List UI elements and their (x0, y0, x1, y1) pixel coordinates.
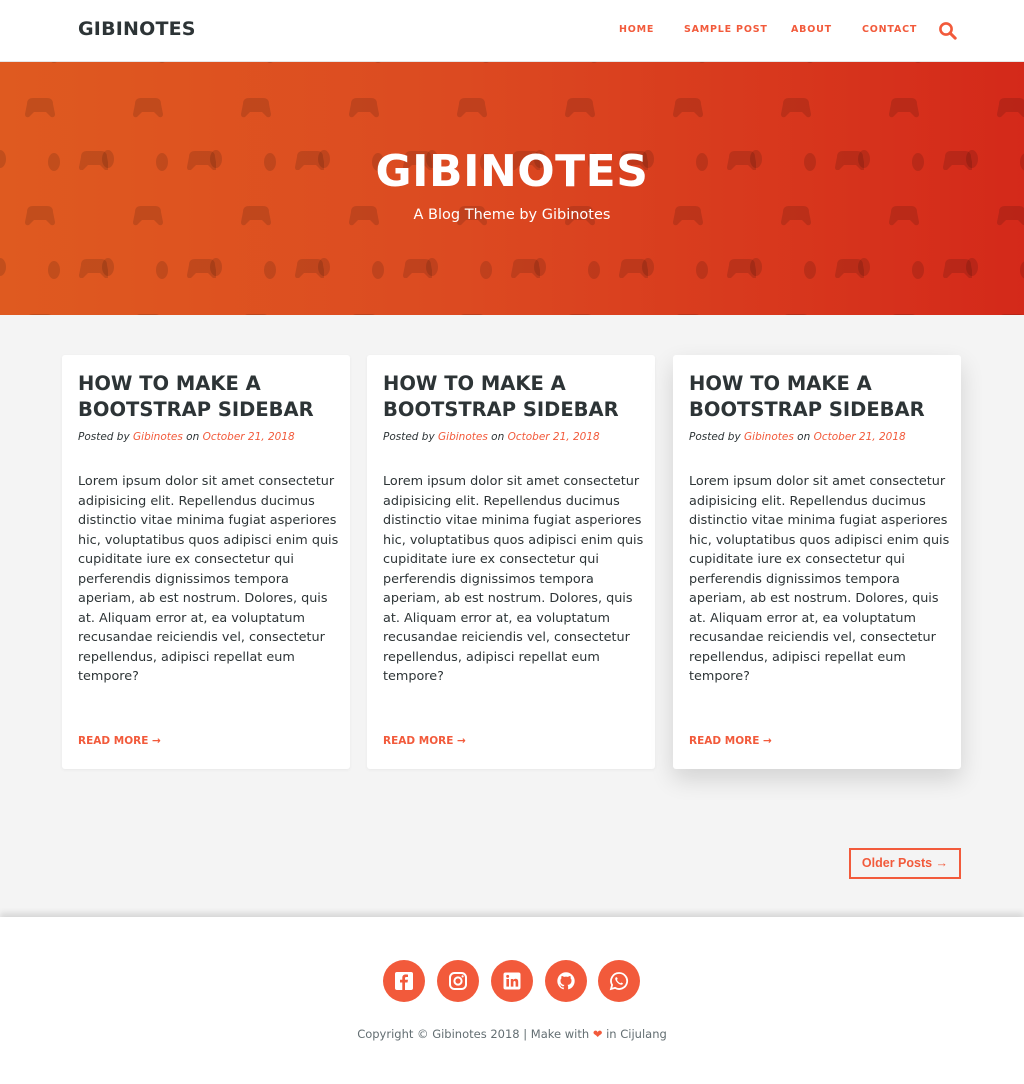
post-meta: Posted by Gibinotes on October 21, 2018 (689, 431, 906, 443)
brand-logo[interactable]: GIBINOTES (78, 18, 196, 40)
post-excerpt: Lorem ipsum dolor sit amet consectetur a… (78, 474, 339, 684)
hero-banner: GIBINOTES A Blog Theme by Gibinotes (0, 62, 1024, 315)
post-excerpt: Lorem ipsum dolor sit amet consectetur a… (383, 474, 644, 684)
post-date-link[interactable]: October 21, 2018 (203, 431, 295, 443)
copyright-prefix: Copyright © Gibinotes 2018 | Make with (357, 1027, 590, 1041)
linkedin-icon[interactable] (491, 960, 533, 1002)
post-title[interactable]: HOW TO MAKE A BOOTSTRAP SIDEBAR (78, 371, 338, 423)
whatsapp-icon[interactable] (598, 960, 640, 1002)
on-label: on (491, 431, 505, 443)
nav-home[interactable]: HOME (619, 24, 654, 35)
hero-title: GIBINOTES (375, 146, 649, 197)
read-more-link[interactable]: READ MORE → (689, 735, 772, 747)
search-icon[interactable] (938, 21, 958, 41)
hero-subtitle: A Blog Theme by Gibinotes (413, 207, 611, 223)
read-more-link[interactable]: READ MORE → (383, 735, 466, 747)
posted-by-label: Posted by (383, 431, 435, 443)
post-meta: Posted by Gibinotes on October 21, 2018 (383, 431, 600, 443)
post-card: HOW TO MAKE A BOOTSTRAP SIDEBAR Posted b… (367, 355, 655, 769)
post-date-link[interactable]: October 21, 2018 (814, 431, 906, 443)
nav-contact[interactable]: CONTACT (862, 24, 917, 35)
post-meta: Posted by Gibinotes on October 21, 2018 (78, 431, 295, 443)
post-title[interactable]: HOW TO MAKE A BOOTSTRAP SIDEBAR (383, 371, 643, 423)
post-card: HOW TO MAKE A BOOTSTRAP SIDEBAR Posted b… (62, 355, 350, 769)
github-icon[interactable] (545, 960, 587, 1002)
facebook-icon[interactable] (383, 960, 425, 1002)
instagram-icon[interactable] (437, 960, 479, 1002)
posted-by-label: Posted by (78, 431, 130, 443)
copyright-text: Copyright © Gibinotes 2018 | Make with ❤… (0, 1027, 1024, 1041)
read-more-link[interactable]: READ MORE → (78, 735, 161, 747)
post-author-link[interactable]: Gibinotes (438, 431, 488, 443)
post-author-link[interactable]: Gibinotes (744, 431, 794, 443)
nav-sample-post[interactable]: SAMPLE POST (684, 24, 768, 35)
on-label: on (797, 431, 811, 443)
top-navbar: GIBINOTES HOME SAMPLE POST ABOUT CONTACT (0, 0, 1024, 62)
post-excerpt: Lorem ipsum dolor sit amet consectetur a… (689, 474, 950, 684)
nav-about[interactable]: ABOUT (791, 24, 832, 35)
on-label: on (186, 431, 200, 443)
post-title[interactable]: HOW TO MAKE A BOOTSTRAP SIDEBAR (689, 371, 949, 423)
post-author-link[interactable]: Gibinotes (133, 431, 183, 443)
heart-icon: ❤ (592, 1027, 603, 1041)
site-footer: Copyright © Gibinotes 2018 | Make with ❤… (0, 917, 1024, 1084)
posted-by-label: Posted by (689, 431, 741, 443)
post-card: HOW TO MAKE A BOOTSTRAP SIDEBAR Posted b… (673, 355, 961, 769)
post-date-link[interactable]: October 21, 2018 (508, 431, 600, 443)
older-posts-button[interactable]: Older Posts → (849, 848, 961, 879)
copyright-suffix: in Cijulang (606, 1027, 667, 1041)
